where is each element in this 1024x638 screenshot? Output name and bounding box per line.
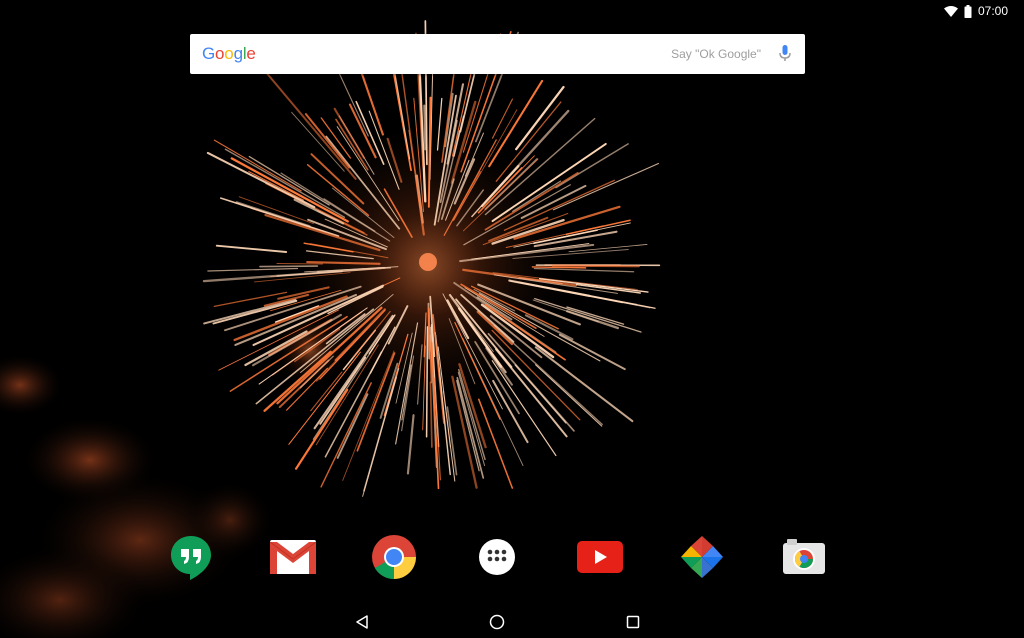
app-drawer-button[interactable]: [473, 535, 521, 583]
photos-pinwheel-icon: [679, 534, 725, 585]
logo-letter: G: [202, 44, 216, 63]
app-drawer-icon: [478, 538, 516, 581]
logo-letter: e: [246, 44, 256, 63]
home-button[interactable]: [483, 610, 511, 638]
google-logo: Google: [202, 44, 256, 64]
chrome-app[interactable]: [370, 534, 418, 585]
chrome-icon: [371, 534, 417, 585]
gmail-icon: [269, 539, 317, 580]
photos-app[interactable]: [678, 535, 726, 583]
wifi-icon: [943, 5, 958, 17]
app-dock: [0, 534, 1024, 585]
firework-spark: [423, 104, 427, 151]
gmail-app[interactable]: [269, 535, 317, 583]
battery-icon: [964, 4, 972, 18]
youtube-icon: [577, 540, 623, 578]
logo-letter: o: [215, 44, 225, 63]
hangouts-app[interactable]: [167, 535, 215, 583]
logo-letter: o: [224, 44, 234, 63]
recents-button[interactable]: [619, 610, 647, 638]
camera-app[interactable]: [780, 535, 828, 583]
logo-letter: g: [233, 44, 243, 63]
recents-icon: [626, 615, 640, 634]
clock: 07:00: [977, 4, 1008, 18]
youtube-app[interactable]: [576, 535, 624, 583]
status-bar: 07:00: [943, 3, 1008, 19]
firework-spark: [259, 265, 319, 268]
hangouts-icon: [169, 534, 213, 585]
firework-spark: [551, 264, 640, 268]
camera-icon: [781, 538, 827, 581]
back-icon: [355, 614, 369, 634]
mic-icon[interactable]: [777, 44, 793, 64]
firework-spark: [425, 326, 429, 438]
google-search-bar[interactable]: Google Say "Ok Google": [190, 34, 805, 74]
navigation-bar: [0, 607, 1024, 638]
firework-spark: [427, 307, 431, 352]
home-icon: [489, 614, 505, 635]
search-hint[interactable]: Say "Ok Google": [671, 47, 761, 61]
back-button[interactable]: [348, 610, 376, 638]
firework-spark: [531, 266, 587, 269]
